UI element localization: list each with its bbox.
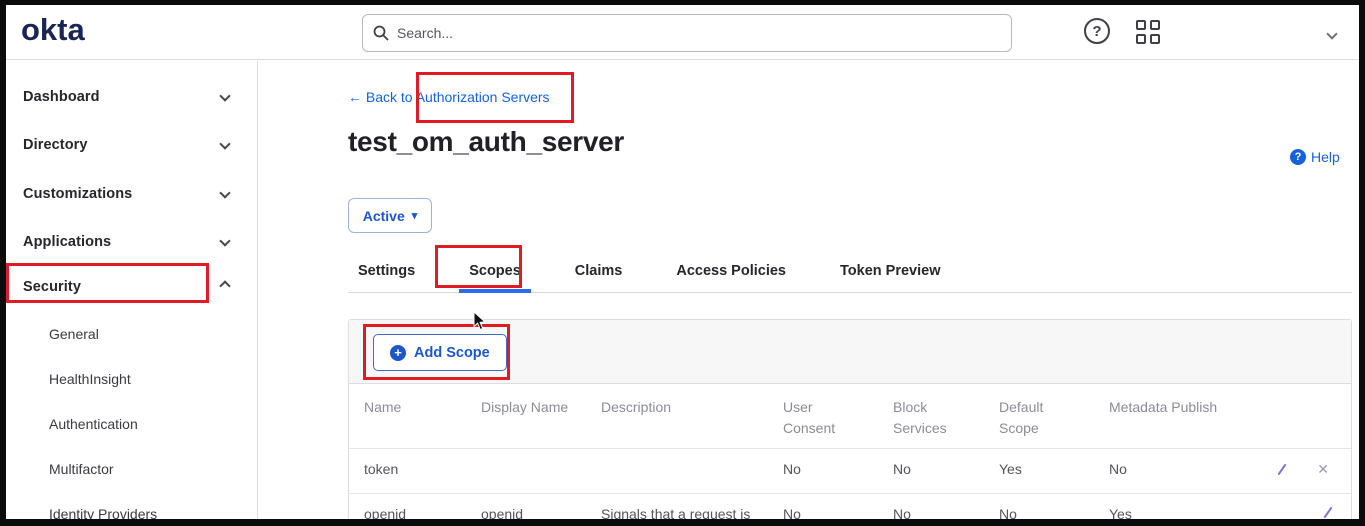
edit-pencil-icon[interactable] (1278, 464, 1287, 476)
sidebar-item-directory[interactable]: Directory (6, 133, 257, 157)
account-chevron-down-icon[interactable] (1328, 25, 1336, 43)
column-header-description: Description (586, 384, 768, 448)
help-icon[interactable]: ? (1084, 18, 1112, 46)
scope-row-token: token No No Yes No ✕ (349, 448, 1351, 493)
tab-bar: Settings Scopes Claims Access Policies T… (348, 251, 1352, 293)
plus-icon: + (390, 345, 406, 361)
chevron-up-icon (219, 280, 230, 291)
scopes-panel-header: + Add Scope (349, 320, 1351, 384)
column-header-default-scope: Default Scope (984, 384, 1094, 448)
column-header-metadata-publish: Metadata Publish (1094, 384, 1254, 448)
chevron-down-icon (219, 138, 230, 149)
scope-default-scope: No (984, 494, 1094, 519)
sidebar-item-authentication[interactable]: Authentication (6, 413, 257, 435)
sidebar-item-customizations[interactable]: Customizations (6, 182, 257, 206)
scope-display-name: openid (466, 494, 586, 519)
column-header-display-name: Display Name (466, 384, 586, 448)
tab-token-preview[interactable]: Token Preview (830, 251, 950, 293)
global-search[interactable] (362, 14, 1012, 52)
scope-metadata-publish: Yes (1094, 494, 1254, 519)
column-header-user-consent: User Consent (768, 384, 878, 448)
tab-claims[interactable]: Claims (565, 251, 633, 293)
scope-row-openid: openid openid Signals that a request is … (349, 493, 1351, 519)
edit-pencil-icon[interactable] (1323, 507, 1332, 519)
main-content: ← Back to Authorization Servers test_om_… (258, 61, 1359, 519)
sidebar-nav: Dashboard Directory Customizations Appli… (6, 61, 258, 519)
scope-name: openid (349, 494, 466, 519)
scope-user-consent: No (768, 494, 878, 519)
top-bar: okta ? (6, 5, 1359, 60)
okta-admin-console: okta ? Dashboard Direct (6, 5, 1359, 519)
help-link[interactable]: ? Help (1290, 149, 1340, 165)
chevron-down-icon (219, 187, 230, 198)
scopes-table-header: Name Display Name Description User Conse… (349, 384, 1351, 448)
scope-display-name (466, 449, 586, 493)
tab-access-policies[interactable]: Access Policies (666, 251, 796, 293)
apps-grid-icon[interactable] (1136, 18, 1164, 46)
back-to-authorization-servers-link[interactable]: ← Back to Authorization Servers (348, 89, 550, 105)
scope-description (586, 449, 768, 493)
add-scope-button[interactable]: + Add Scope (373, 334, 507, 371)
sidebar-item-security[interactable]: Security (6, 275, 257, 299)
page-title: test_om_auth_server (348, 126, 624, 158)
search-icon (373, 25, 389, 41)
scope-user-consent: No (768, 449, 878, 493)
column-header-block-services: Block Services (878, 384, 984, 448)
sidebar-item-healthinsight[interactable]: HealthInsight (6, 368, 257, 390)
column-header-name: Name (349, 384, 466, 448)
sidebar-item-applications[interactable]: Applications (6, 230, 257, 254)
scope-name: token (349, 449, 466, 493)
search-input[interactable] (397, 25, 1001, 41)
sidebar-item-identity-providers[interactable]: Identity Providers (6, 503, 257, 519)
scope-block-services: No (878, 449, 984, 493)
sidebar-item-multifactor[interactable]: Multifactor (6, 458, 257, 480)
sidebar-item-general[interactable]: General (6, 323, 257, 345)
okta-logo: okta (21, 12, 85, 48)
chevron-down-icon (219, 90, 230, 101)
tab-settings[interactable]: Settings (348, 251, 425, 293)
sidebar-item-dashboard[interactable]: Dashboard (6, 85, 257, 109)
tab-scopes[interactable]: Scopes (459, 251, 531, 293)
screenshot-frame: okta ? Dashboard Direct (0, 0, 1365, 526)
scope-block-services: No (878, 494, 984, 519)
scope-description: Signals that a request is (586, 494, 768, 519)
scope-metadata-publish: No (1094, 449, 1254, 493)
status-dropdown-button[interactable]: Active ▾ (348, 198, 432, 233)
help-badge-icon: ? (1290, 149, 1306, 165)
caret-down-icon: ▾ (412, 209, 418, 222)
scopes-panel: + Add Scope Name Display Name Descriptio… (348, 319, 1352, 519)
delete-x-icon[interactable]: ✕ (1317, 461, 1329, 478)
scope-default-scope: Yes (984, 449, 1094, 493)
chevron-down-icon (219, 235, 230, 246)
